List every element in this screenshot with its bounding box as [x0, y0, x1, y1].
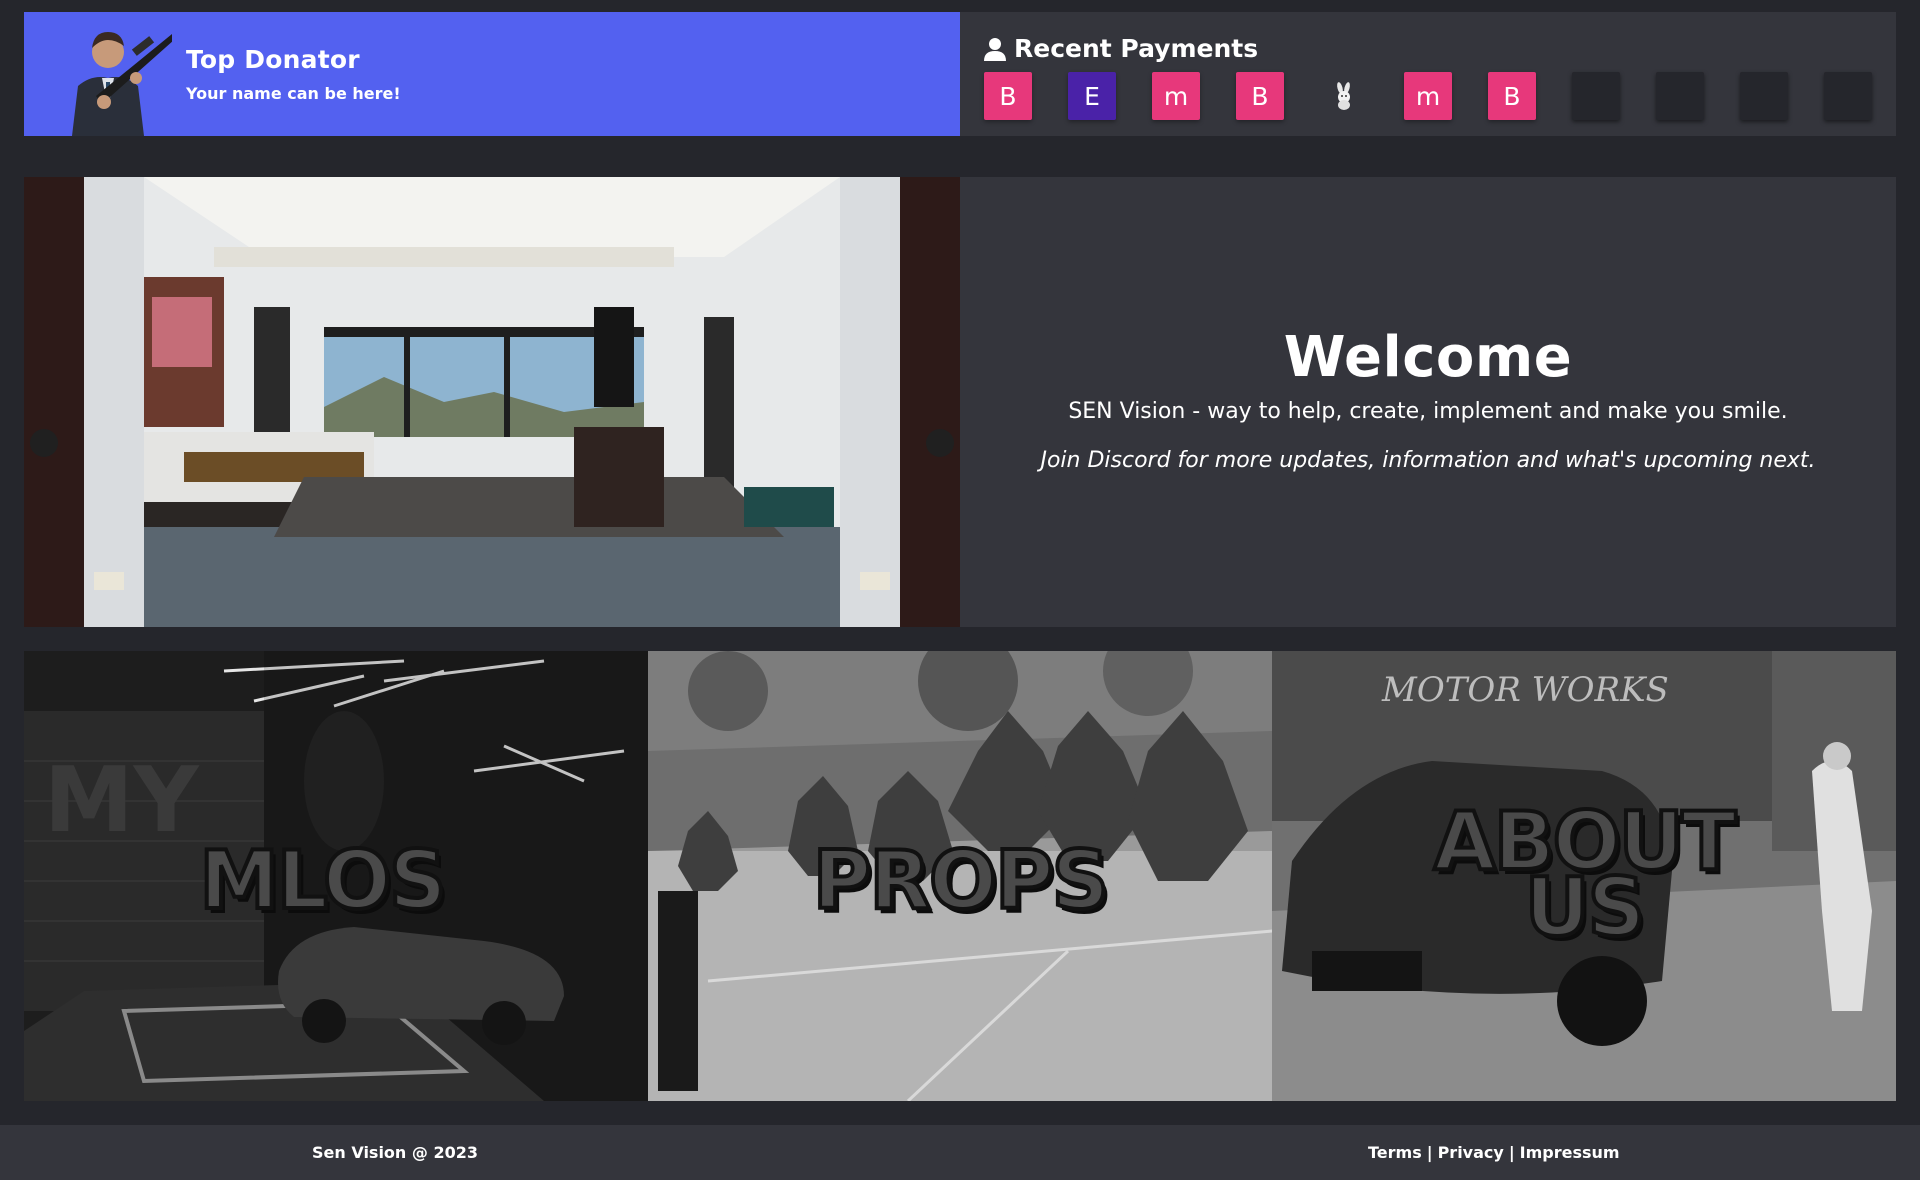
bunny-icon: [1337, 82, 1350, 110]
payment-avatar[interactable]: [1320, 72, 1368, 120]
footer-copyright: Sen Vision @ 2023: [312, 1143, 478, 1162]
welcome-description: SEN Vision - way to help, create, implem…: [1068, 399, 1788, 424]
tile-about-us[interactable]: MOTOR WORKS ABOUT US: [1272, 651, 1896, 1101]
donator-title: Top Donator: [186, 45, 360, 74]
svg-text:MOTOR WORKS: MOTOR WORKS: [1381, 670, 1669, 710]
payment-slot-empty: [1740, 72, 1788, 120]
footer-link-terms[interactable]: Terms: [1368, 1143, 1422, 1162]
donator-avatar-image: [44, 12, 172, 136]
welcome-panel: Welcome SEN Vision - way to help, create…: [960, 177, 1896, 627]
payment-letter: m: [1415, 81, 1441, 111]
user-icon: [984, 37, 1006, 61]
tile-label-mlos: MLOS: [197, 834, 448, 927]
footer-separator: |: [1426, 1143, 1433, 1162]
payment-avatar[interactable]: B: [1488, 72, 1536, 120]
category-tiles: MY MLOS PROPS MOTOR WORKS ABOUT US: [24, 651, 1896, 1101]
payment-slot-empty: [1656, 72, 1704, 120]
top-donator-panel: Top Donator Your name can be here!: [24, 12, 960, 136]
payment-avatar[interactable]: E: [1068, 72, 1116, 120]
tile-mlos[interactable]: MY MLOS: [24, 651, 648, 1101]
tile-props[interactable]: PROPS: [648, 651, 1272, 1101]
donator-text-group: Top Donator Your name can be here!: [186, 45, 401, 103]
tile-label-about-line2: US: [1523, 861, 1648, 954]
payment-avatar[interactable]: m: [1404, 72, 1452, 120]
payment-slot-empty: [1824, 72, 1872, 120]
welcome-title: Welcome: [1283, 325, 1573, 390]
recent-payments-panel: Recent Payments B E m B m B: [960, 12, 1896, 136]
footer-link-impressum[interactable]: Impressum: [1520, 1143, 1620, 1162]
payment-letter: E: [1084, 81, 1100, 111]
welcome-discord-note: Join Discord for more updates, informati…: [1040, 448, 1816, 473]
payment-letter: B: [999, 81, 1017, 111]
payment-avatar[interactable]: m: [1152, 72, 1200, 120]
payments-list: B E m B m B: [984, 72, 1872, 120]
svg-text:MY: MY: [44, 748, 201, 853]
payment-avatar[interactable]: B: [984, 72, 1032, 120]
tile-label-props: PROPS: [811, 834, 1112, 927]
recent-payments-header: Recent Payments: [984, 34, 1258, 63]
tile-label-about: ABOUT US: [1272, 800, 1896, 950]
recent-payments-title: Recent Payments: [1014, 34, 1259, 63]
donator-subtitle: Your name can be here!: [186, 84, 401, 103]
footer-link-privacy[interactable]: Privacy: [1438, 1143, 1504, 1162]
hero-interior-image: [24, 177, 960, 627]
payment-letter: B: [1251, 81, 1269, 111]
footer-links: Terms | Privacy | Impressum: [1368, 1143, 1620, 1162]
payment-avatar[interactable]: B: [1236, 72, 1284, 120]
payment-letter: B: [1503, 81, 1521, 111]
payment-letter: m: [1163, 81, 1189, 111]
footer-separator: |: [1508, 1143, 1515, 1162]
footer: Sen Vision @ 2023 Terms | Privacy | Impr…: [0, 1125, 1920, 1180]
payment-slot-empty: [1572, 72, 1620, 120]
